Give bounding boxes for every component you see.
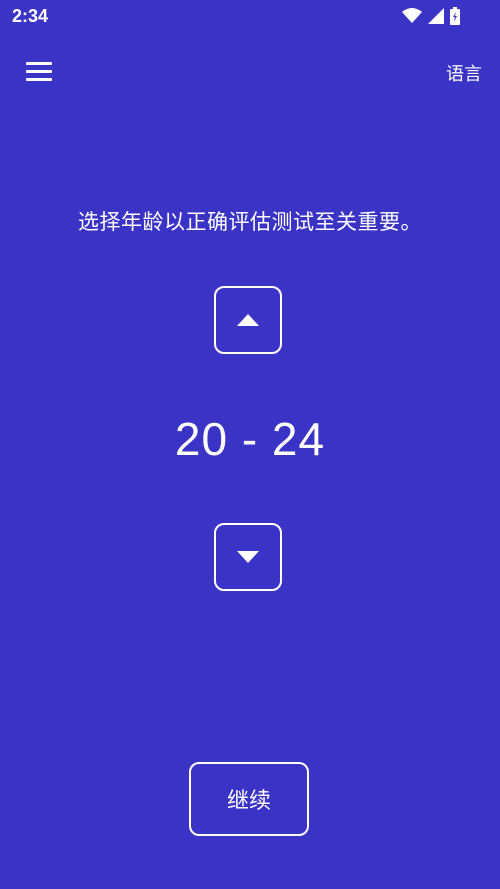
- app-bar: 语言: [0, 48, 500, 96]
- wifi-icon: [402, 8, 422, 23]
- status-bar: 2:34: [0, 0, 500, 34]
- language-button[interactable]: 语言: [446, 60, 482, 86]
- arrow-up-icon: [237, 314, 259, 326]
- status-icons: [402, 7, 460, 25]
- decrease-age-button[interactable]: [214, 523, 282, 591]
- increase-age-button[interactable]: [214, 286, 282, 354]
- battery-icon: [450, 7, 460, 25]
- age-range-value: 20 - 24: [174, 413, 326, 465]
- continue-button[interactable]: 继续: [189, 762, 309, 836]
- status-time: 2:34: [12, 6, 49, 26]
- arrow-down-icon: [237, 551, 259, 563]
- menu-button[interactable]: [22, 56, 56, 86]
- menu-icon: [26, 62, 52, 65]
- age-prompt: 选择年龄以正确评估测试至关重要。: [78, 210, 422, 234]
- signal-icon: [428, 8, 444, 24]
